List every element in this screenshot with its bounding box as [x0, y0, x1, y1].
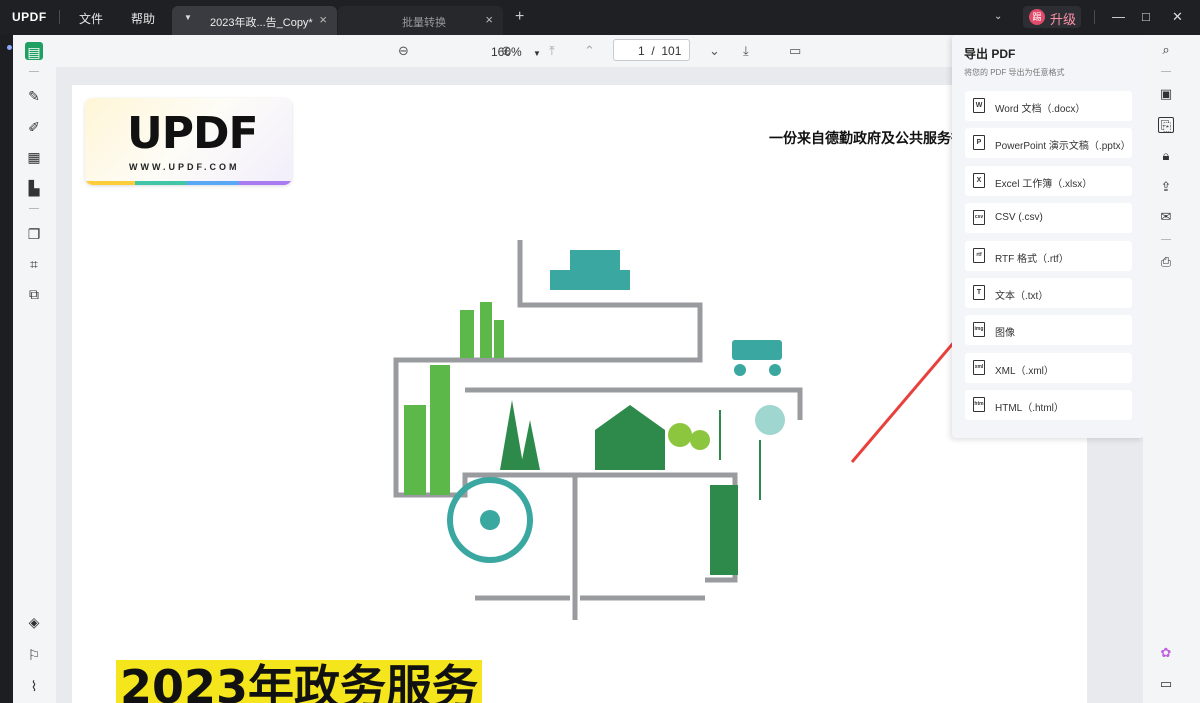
tab-label: 批量转换 — [402, 17, 446, 29]
export-csv-button[interactable]: csv CSV (.csv) — [965, 203, 1132, 233]
indicator-dot — [7, 45, 12, 50]
export-excel-button[interactable]: X Excel 工作簿（.xlsx） — [965, 166, 1132, 196]
organize-pages-icon[interactable]: ❐ — [24, 224, 44, 244]
last-page-icon[interactable]: ⤓ — [743, 43, 749, 59]
tab-document[interactable]: ▼ 2023年政...告_Copy* × — [172, 6, 337, 35]
upgrade-label: 升级 — [1050, 12, 1077, 27]
export-label: HTML（.html） — [995, 403, 1064, 414]
first-page-icon[interactable]: ⤒ — [549, 43, 555, 59]
export-label: XML（.xml） — [995, 366, 1054, 377]
export-image-button[interactable]: img 图像 — [965, 315, 1132, 345]
save-icon[interactable]: ⎙ — [1158, 254, 1174, 270]
tab-close-icon[interactable]: × — [319, 12, 327, 27]
divider — [29, 71, 39, 72]
title-bar: UPDF 文件 帮助 ▼ 2023年政...告_Copy* × 批量转换 × +… — [0, 0, 1200, 35]
app-logo: UPDF — [12, 10, 47, 24]
html-icon: htm — [973, 397, 985, 412]
tools-icon[interactable]: ⧉ — [24, 284, 44, 304]
export-html-button[interactable]: htm HTML（.html） — [965, 390, 1132, 420]
divider — [1161, 71, 1171, 72]
rtf-icon: rtf — [973, 248, 985, 263]
next-page-icon[interactable]: ⌄ — [709, 43, 720, 59]
zoom-out-icon[interactable]: ⊖ — [398, 43, 409, 59]
image-icon: img — [973, 322, 985, 337]
bookmark-icon[interactable]: ⚐ — [24, 645, 44, 665]
share-icon[interactable]: ⇪ — [1158, 179, 1174, 195]
new-tab-icon[interactable]: + — [515, 8, 524, 26]
export-label: Word 文档（.docx） — [995, 104, 1086, 115]
powerpoint-icon: P — [973, 135, 985, 150]
attachment-icon[interactable]: ⌇ — [24, 676, 44, 696]
export-rtf-button[interactable]: rtf RTF 格式（.rtf） — [965, 241, 1132, 271]
logo-url: WWW.UPDF.COM — [129, 162, 240, 172]
presentation-icon[interactable]: ▭ — [789, 43, 801, 59]
ocr-icon[interactable]: ▣ — [1158, 86, 1174, 102]
panel-title: 导出 PDF — [964, 47, 1016, 61]
maximize-icon[interactable]: □ — [1142, 9, 1150, 24]
export-label: RTF 格式（.rtf） — [995, 254, 1069, 265]
divider — [1161, 239, 1171, 240]
right-sidebar — [1143, 35, 1200, 703]
export-text-button[interactable]: T 文本（.txt） — [965, 278, 1132, 308]
chevron-down-icon[interactable]: ⌄ — [994, 11, 1002, 22]
menu-help[interactable]: 帮助 — [131, 10, 155, 27]
zoom-level[interactable]: 160% ▼ — [491, 45, 541, 59]
logo-stripe — [187, 181, 239, 185]
xml-icon: xml — [973, 360, 985, 375]
panel-subtitle: 将您的 PDF 导出为任意格式 — [964, 68, 1065, 77]
updf-watermark-logo: UPDF WWW.UPDF.COM — [85, 98, 292, 185]
menu-file[interactable]: 文件 — [79, 10, 103, 27]
comment-icon[interactable]: ▭ — [1158, 676, 1174, 692]
word-icon: W — [973, 98, 985, 113]
avatar: 踢 — [1029, 9, 1045, 25]
tab-dropdown-icon[interactable]: ▼ — [184, 13, 192, 22]
excel-icon: X — [973, 173, 985, 188]
divider — [59, 10, 60, 24]
email-icon[interactable]: ✉ — [1158, 209, 1174, 225]
reader-icon[interactable]: ▤ — [25, 42, 43, 60]
export-xml-button[interactable]: xml XML（.xml） — [965, 353, 1132, 383]
export-label: 图像 — [995, 328, 1015, 339]
divider — [1094, 10, 1095, 24]
highlighter-icon[interactable]: ✎ — [24, 86, 44, 106]
prev-page-icon[interactable]: ⌃ — [584, 43, 595, 59]
divider — [29, 208, 39, 209]
minimize-icon[interactable]: — — [1112, 9, 1125, 24]
ai-assistant-icon[interactable]: ✿ — [1158, 645, 1174, 661]
search-icon[interactable]: ⌕ — [1158, 42, 1174, 58]
tab-close-icon[interactable]: × — [485, 12, 493, 27]
export-pdf-panel: 导出 PDF 将您的 PDF 导出为任意格式 W Word 文档（.docx） P… — [952, 35, 1144, 438]
text-file-icon: T — [973, 285, 985, 300]
export-pdf-icon[interactable]: ⎘ — [1158, 117, 1174, 133]
export-label: Excel 工作簿（.xlsx） — [995, 179, 1093, 190]
tab-label: 2023年政...告_Copy* — [210, 17, 313, 29]
export-word-button[interactable]: W Word 文档（.docx） — [965, 91, 1132, 121]
export-powerpoint-button[interactable]: P PowerPoint 演示文稿（.pptx） — [965, 128, 1132, 158]
page-number-input[interactable]: 1 / 101 — [613, 39, 690, 61]
export-label: CSV (.csv) — [995, 212, 1043, 223]
edit-pdf-icon[interactable]: ✐ — [24, 117, 44, 137]
document-title: 2023年政务服务 — [116, 660, 483, 703]
logo-stripe — [135, 181, 187, 185]
close-window-icon[interactable]: ✕ — [1172, 9, 1183, 25]
crop-icon[interactable]: ⌗ — [24, 254, 44, 274]
upgrade-button[interactable]: 踢 升级 — [1023, 6, 1081, 28]
protect-icon[interactable]: 🔒︎ — [1158, 148, 1174, 164]
export-label: 文本（.txt） — [995, 291, 1049, 302]
export-label: PowerPoint 演示文稿（.pptx） — [995, 141, 1131, 152]
fill-sign-icon[interactable]: ▙ — [24, 178, 44, 198]
logo-text: UPDF — [127, 108, 259, 159]
logo-stripe — [239, 181, 292, 185]
csv-icon: csv — [973, 210, 985, 225]
form-icon[interactable]: ▦ — [24, 147, 44, 167]
zoom-in-icon[interactable]: ⊕ — [501, 43, 512, 59]
logo-stripe — [85, 181, 135, 185]
page-display: 1 / 101 — [638, 44, 682, 58]
layers-icon[interactable]: ◈ — [24, 612, 44, 632]
tab-batch-convert[interactable]: 批量转换 × — [338, 6, 503, 35]
city-illustration — [393, 240, 803, 620]
